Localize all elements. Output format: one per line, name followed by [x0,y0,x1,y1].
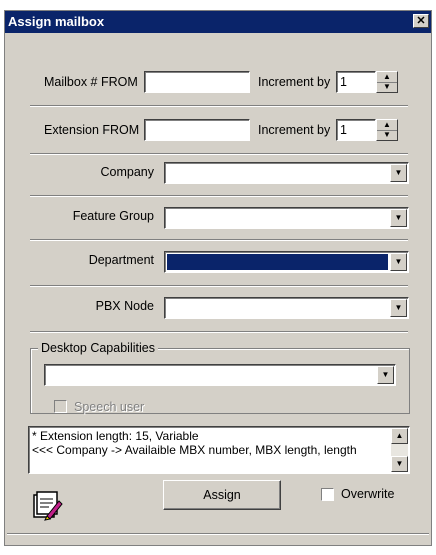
separator [30,105,408,107]
chevron-down-icon[interactable]: ▼ [377,366,394,384]
speech-user-checkbox[interactable] [54,400,67,413]
separator [30,331,408,333]
spin-down-icon[interactable]: ▼ [377,82,397,92]
pbx-node-select[interactable]: ▼ [164,297,409,319]
mailbox-from-input[interactable] [144,71,250,93]
separator [30,239,408,241]
footer-divider [7,533,429,535]
mailbox-from-label: Mailbox # FROM [44,75,138,89]
separator [30,195,408,197]
close-button[interactable]: ✕ [413,14,429,28]
separator [30,285,408,287]
chevron-down-icon[interactable]: ▼ [390,164,407,182]
chevron-down-icon[interactable]: ▼ [390,253,407,271]
overwrite-checkbox[interactable] [321,488,334,501]
overwrite-label: Overwrite [341,487,395,501]
info-line-2: <<< Company -> Availaible MBX number, MB… [32,443,357,457]
spin-down-icon[interactable]: ▼ [377,130,397,140]
info-text-area[interactable]: * Extension length: 15, Variable <<< Com… [28,426,410,474]
mailbox-increment-spinner[interactable]: ▲ ▼ [376,71,398,93]
mailbox-increment-input[interactable]: 1 [336,71,376,93]
company-label: Company [100,165,155,179]
info-scrollbar[interactable]: ▲ ▼ [391,428,408,472]
separator [30,153,408,155]
edit-note-icon[interactable] [31,489,63,521]
info-line-1: * Extension length: 15, Variable [32,429,199,443]
chevron-down-icon[interactable]: ▼ [390,209,407,227]
close-icon: ✕ [416,15,426,27]
selection-highlight [167,254,388,270]
assign-mailbox-dialog: Assign mailbox ✕ Mailbox # FROM Incremen… [4,10,432,546]
feature-group-select[interactable]: ▼ [164,207,409,229]
extension-from-input[interactable] [144,119,250,141]
department-label: Department [88,253,154,267]
extension-from-label: Extension FROM [44,123,140,137]
desktop-capabilities-select[interactable]: ▼ [44,364,396,386]
speech-user-label: Speech user [74,400,145,414]
feature-group-label: Feature Group [72,209,154,223]
dialog-title: Assign mailbox [8,14,105,29]
info-text: * Extension length: 15, Variable <<< Com… [32,429,357,457]
extension-increment-spinner[interactable]: ▲ ▼ [376,119,398,141]
assign-button[interactable]: Assign [163,480,281,510]
company-select[interactable]: ▼ [164,162,409,184]
pbx-node-label: PBX Node [95,299,154,313]
desktop-capabilities-label: Desktop Capabilities [38,341,158,355]
scroll-down-icon[interactable]: ▼ [391,456,408,472]
chevron-down-icon[interactable]: ▼ [390,299,407,317]
extension-increment-input[interactable]: 1 [336,119,376,141]
mailbox-increment-label: Increment by [258,75,331,89]
extension-increment-label: Increment by [258,123,331,137]
form-panel: Mailbox # FROM Increment by 1 ▲ ▼ Extens… [18,41,418,476]
title-bar[interactable]: Assign mailbox ✕ [5,11,431,33]
department-select[interactable]: ▼ [164,251,409,273]
scroll-up-icon[interactable]: ▲ [391,428,408,444]
